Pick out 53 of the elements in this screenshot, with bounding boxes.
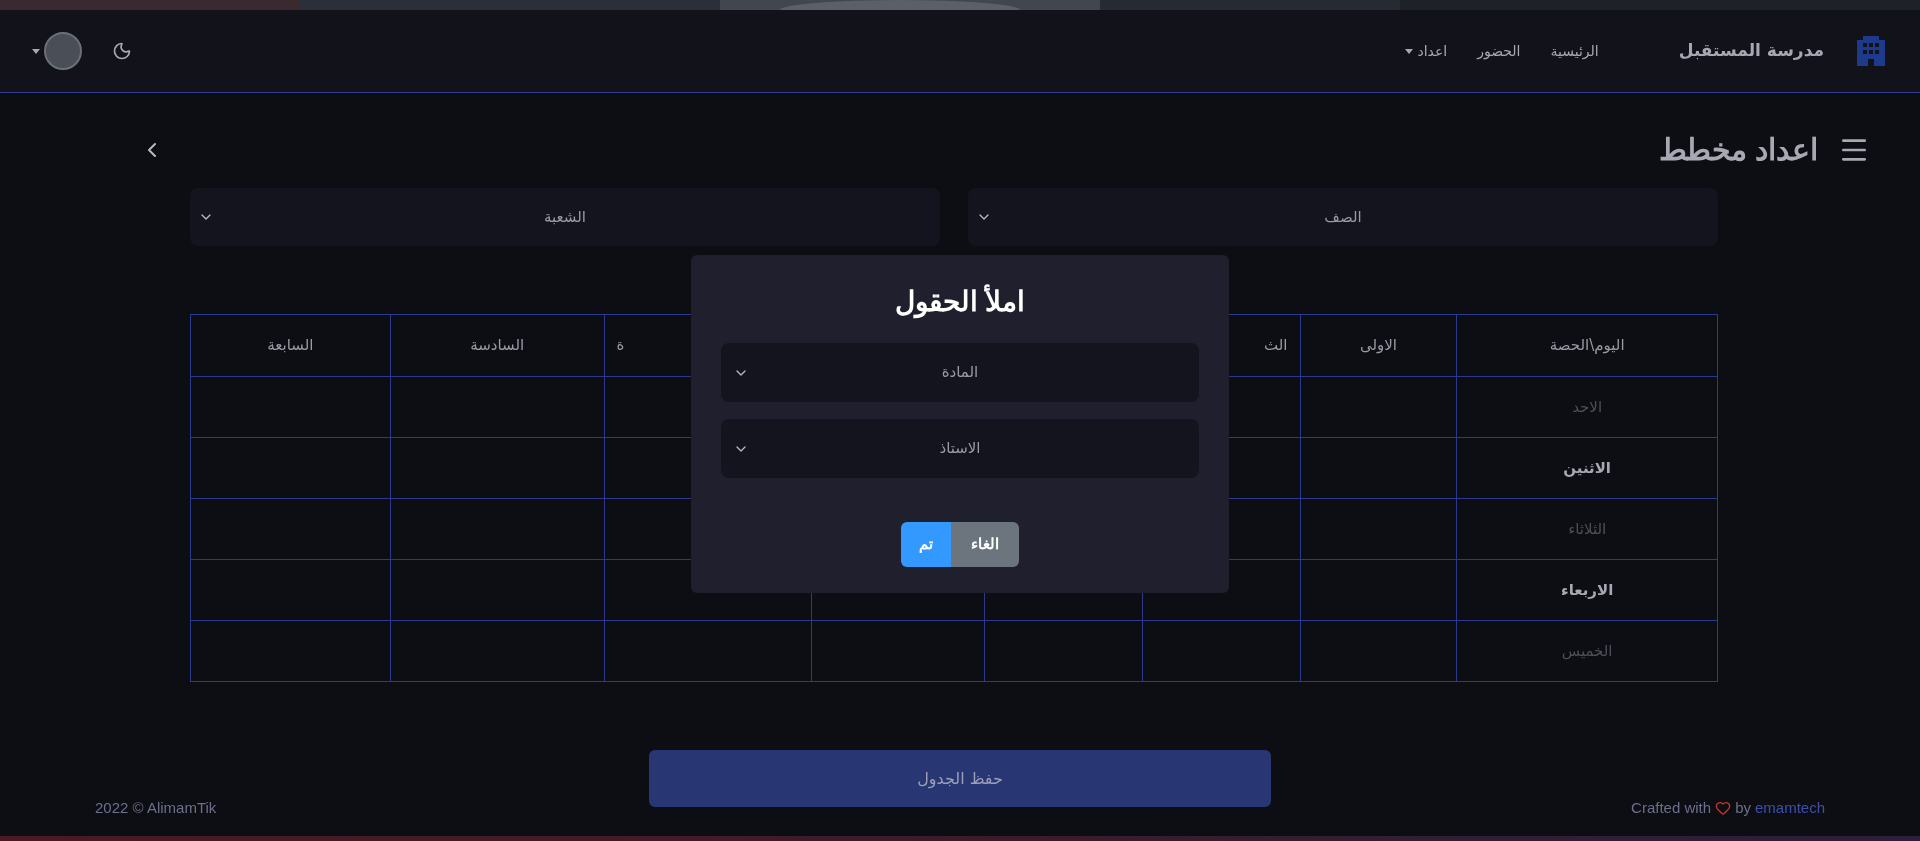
select-field[interactable]: الشعبة bbox=[190, 188, 940, 246]
moon-icon[interactable] bbox=[112, 41, 132, 61]
caret-icon bbox=[32, 48, 40, 54]
column-header: السابعة bbox=[190, 314, 391, 377]
column-header: السادسة bbox=[390, 314, 605, 377]
day-cell: الاثنين bbox=[1456, 437, 1718, 499]
brand-name[interactable]: مدرسة المستقبل bbox=[1678, 38, 1824, 64]
nav-link[interactable]: الرئيسية bbox=[1550, 40, 1599, 62]
table-cell[interactable] bbox=[1300, 620, 1457, 682]
day-cell: الخميس bbox=[1456, 620, 1718, 682]
page-title: اعداد مخطط bbox=[1658, 132, 1818, 168]
heart-icon bbox=[1715, 800, 1732, 817]
table-cell[interactable] bbox=[390, 498, 605, 560]
table-cell[interactable] bbox=[390, 437, 605, 499]
building-icon[interactable] bbox=[1854, 34, 1888, 68]
table-cell[interactable] bbox=[1300, 437, 1457, 499]
table-cell[interactable] bbox=[190, 559, 391, 621]
table-cell[interactable] bbox=[190, 498, 391, 560]
avatar bbox=[44, 32, 82, 70]
select-placeholder: الاستاذ bbox=[939, 438, 981, 460]
column-header: الاولى bbox=[1300, 314, 1457, 377]
select-placeholder: الصف bbox=[1324, 206, 1362, 228]
copyright-text: 2022 © AlimamTik bbox=[95, 798, 217, 818]
table-cell[interactable] bbox=[390, 620, 605, 682]
select-placeholder: المادة bbox=[941, 362, 979, 384]
save-button[interactable]: حفظ الجدول bbox=[649, 750, 1271, 807]
table-cell[interactable] bbox=[390, 559, 605, 621]
select-field[interactable]: الصف bbox=[968, 188, 1718, 246]
nav-link[interactable]: الحضور bbox=[1477, 40, 1521, 62]
dialog-title: املأ الحقول bbox=[894, 283, 1026, 321]
table-cell[interactable] bbox=[1142, 620, 1300, 682]
day-cell: الثلاثاء bbox=[1456, 498, 1718, 560]
table-cell[interactable] bbox=[190, 620, 391, 682]
select-field[interactable]: الاستاذ bbox=[721, 419, 1199, 478]
table-cell[interactable] bbox=[811, 620, 985, 682]
day-cell: الاحد bbox=[1456, 376, 1718, 438]
column-header: اليوم\الحصة bbox=[1456, 314, 1718, 377]
caret-icon bbox=[1405, 48, 1414, 54]
table-cell[interactable] bbox=[190, 437, 391, 499]
nav-link[interactable]: اعداد bbox=[1405, 40, 1448, 62]
table-cell[interactable] bbox=[190, 376, 391, 438]
credits-text: Crafted with by emamtech bbox=[1631, 797, 1825, 820]
select-field[interactable]: المادة bbox=[721, 343, 1199, 402]
avatar-menu[interactable] bbox=[32, 32, 82, 70]
table-cell[interactable] bbox=[1300, 498, 1457, 560]
dialog-button[interactable]: الغاء bbox=[951, 522, 1019, 567]
table-cell[interactable] bbox=[1300, 559, 1457, 621]
table-cell[interactable] bbox=[604, 620, 812, 682]
select-placeholder: الشعبة bbox=[544, 206, 586, 228]
day-cell: الاربعاء bbox=[1456, 559, 1718, 621]
table-cell[interactable] bbox=[984, 620, 1143, 682]
table-cell[interactable] bbox=[390, 376, 605, 438]
table-cell[interactable] bbox=[1300, 376, 1457, 438]
